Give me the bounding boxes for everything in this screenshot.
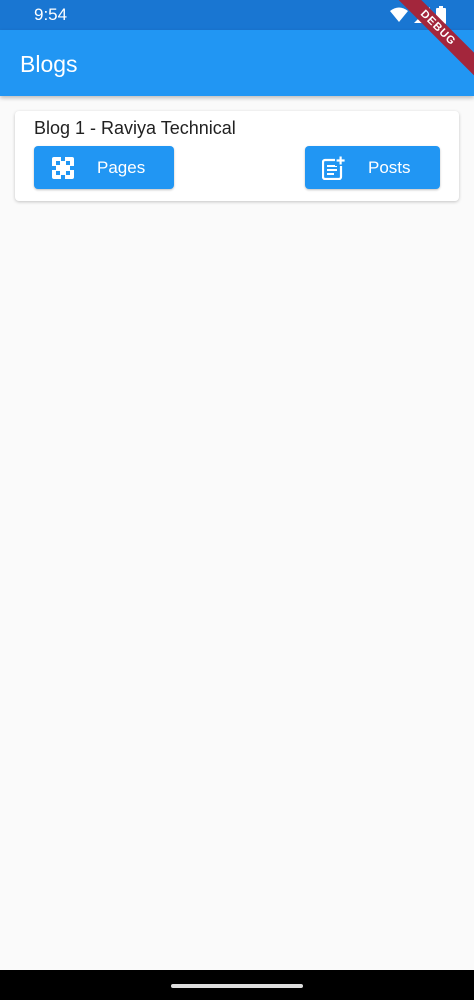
page-title: Blogs bbox=[20, 51, 78, 77]
blog-title: Blog 1 - Raviya Technical bbox=[34, 118, 236, 138]
posts-button[interactable]: Posts bbox=[305, 146, 440, 189]
navigation-bar bbox=[0, 970, 474, 1000]
status-bar: 9:54 bbox=[0, 0, 474, 30]
pages-button[interactable]: Pages bbox=[34, 146, 174, 189]
app-bar: Blogs bbox=[0, 30, 474, 96]
home-gesture-handle[interactable] bbox=[171, 984, 303, 988]
posts-button-label: Posts bbox=[368, 158, 411, 177]
battery-icon bbox=[436, 6, 446, 24]
status-time: 9:54 bbox=[34, 5, 68, 24]
status-icons bbox=[390, 6, 446, 24]
blog-card: Blog 1 - Raviya Technical Pages Posts bbox=[15, 111, 459, 201]
post-add-icon bbox=[322, 156, 346, 180]
pages-button-label: Pages bbox=[97, 158, 146, 177]
pages-icon bbox=[52, 157, 74, 179]
signal-icon bbox=[414, 7, 430, 23]
wifi-icon bbox=[390, 7, 408, 22]
